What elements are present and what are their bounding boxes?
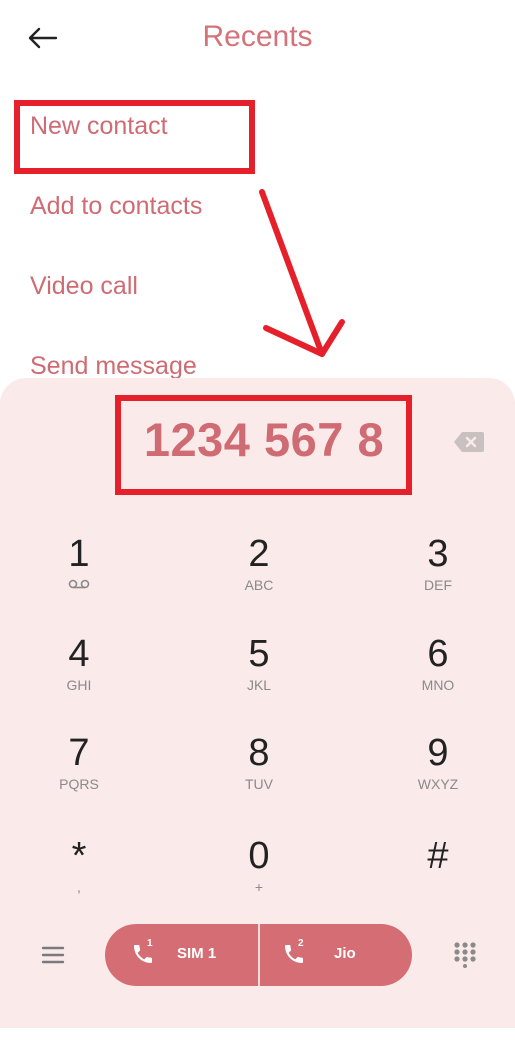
key-digit: 3: [427, 533, 449, 575]
menu-item-add-to-contacts[interactable]: Add to contacts: [30, 192, 202, 221]
top-bar: Recents: [0, 0, 515, 80]
backspace-icon[interactable]: [452, 430, 486, 454]
key-star[interactable]: * ,: [19, 834, 139, 896]
key-9[interactable]: 9 WXYZ: [378, 731, 498, 793]
dialpad-icon[interactable]: [452, 940, 478, 968]
key-letters: TUV: [245, 776, 273, 792]
key-letters: GHI: [66, 677, 92, 693]
key-digit: 9: [427, 732, 449, 774]
sim2-label: Jio: [334, 945, 356, 962]
sim1-badge: 1: [147, 938, 153, 949]
key-0[interactable]: 0 +: [199, 834, 319, 896]
highlight-box-new-contact: [14, 100, 255, 174]
key-digit: 6: [427, 633, 449, 675]
key-2[interactable]: 2 ABC: [199, 532, 319, 594]
key-7[interactable]: 7 PQRS: [19, 731, 139, 793]
key-letters: MNO: [421, 677, 455, 693]
menu-item-video-call[interactable]: Video call: [30, 272, 138, 301]
key-letters: WXYZ: [417, 776, 459, 792]
key-3[interactable]: 3 DEF: [378, 532, 498, 594]
key-8[interactable]: 8 TUV: [199, 731, 319, 793]
key-digit: 1: [68, 533, 90, 575]
key-letters: ,: [77, 879, 81, 895]
annotation-arrow-icon: [259, 189, 345, 357]
key-digit: *: [71, 835, 87, 877]
key-4[interactable]: 4 GHI: [19, 632, 139, 694]
hamburger-menu-icon[interactable]: [38, 940, 68, 970]
sim2-call-button[interactable]: 2 Jio: [260, 924, 412, 986]
key-digit: 4: [68, 633, 90, 675]
sim2-badge: 2: [298, 938, 304, 949]
key-digit: 2: [248, 533, 270, 575]
key-5[interactable]: 5 JKL: [199, 632, 319, 694]
navigation-strip: [0, 1028, 515, 1041]
key-digit: 0: [248, 835, 270, 877]
call-buttons: 1 SIM 1 2 Jio: [105, 924, 412, 986]
key-1[interactable]: 1: [19, 532, 139, 594]
key-digit: 8: [248, 732, 270, 774]
key-letters: PQRS: [59, 776, 99, 792]
sim1-call-button[interactable]: 1 SIM 1: [105, 924, 258, 986]
key-6[interactable]: 6 MNO: [378, 632, 498, 694]
key-letters: ABC: [244, 577, 274, 593]
key-letters: DEF: [424, 577, 452, 593]
key-hash[interactable]: #: [378, 834, 498, 896]
key-letters: [378, 878, 498, 896]
menu-item-send-message[interactable]: Send message: [30, 352, 197, 381]
key-letters: +: [254, 879, 264, 895]
page-title: Recents: [202, 20, 313, 53]
key-digit: 7: [68, 732, 90, 774]
sim1-label: SIM 1: [177, 945, 217, 962]
highlight-box-number: [115, 395, 412, 495]
voicemail-icon: [19, 576, 139, 594]
key-digit: #: [427, 835, 449, 877]
key-letters: JKL: [246, 677, 272, 693]
key-digit: 5: [248, 633, 270, 675]
